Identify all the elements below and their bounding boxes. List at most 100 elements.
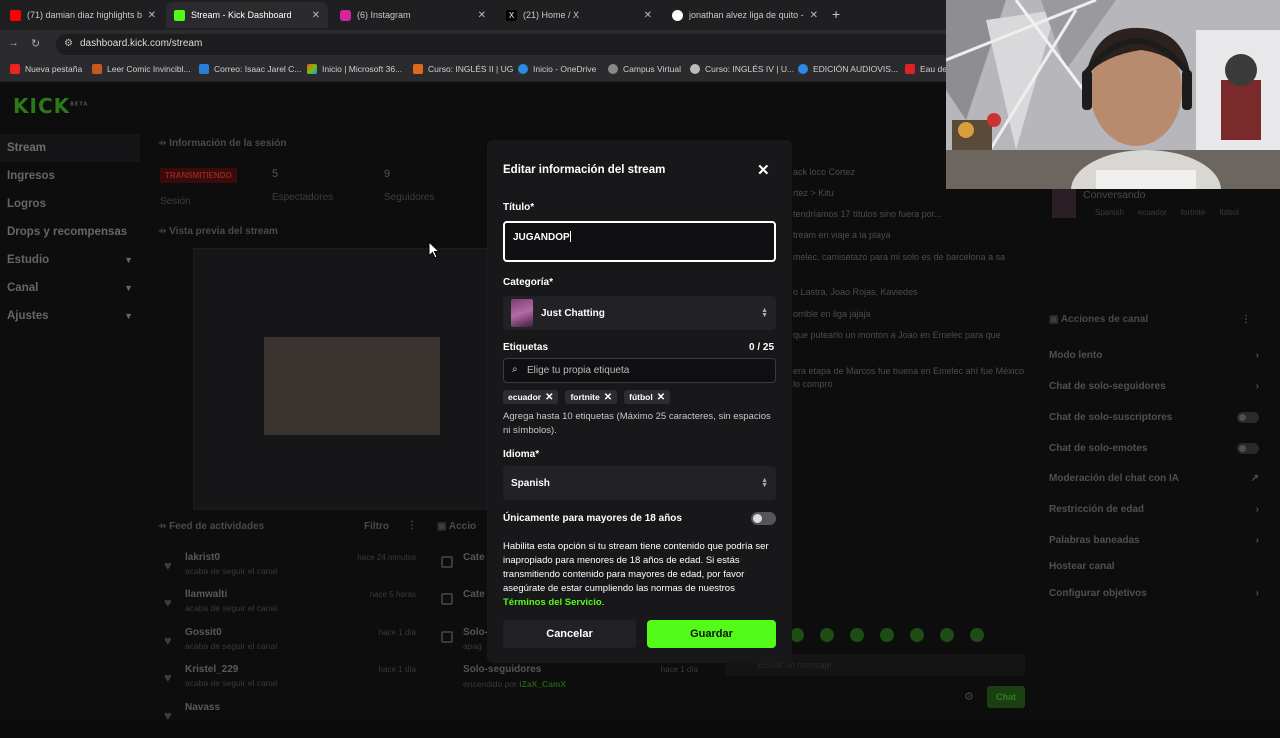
selected-tags: ecuador ✕ fortnite ✕ fútbol ✕ — [503, 390, 671, 404]
bookmark[interactable]: Curso: INGLÉS II | UG — [413, 64, 513, 74]
emote-icon[interactable] — [850, 628, 864, 642]
chevron-right-icon: › — [1255, 350, 1259, 361]
channel-action-goals[interactable]: Configurar objetivos › — [1049, 588, 1259, 599]
close-tab-icon[interactable]: ✕ — [810, 10, 818, 21]
bookmark[interactable]: Inicio | Microsoft 36... — [307, 64, 402, 74]
sidebar-item-ajustes[interactable]: Ajustes ▼ — [0, 302, 140, 330]
gear-icon[interactable]: ⚙ — [964, 690, 974, 703]
bookmark[interactable]: Correo: Isaac Jarel C... — [199, 64, 301, 74]
mature-content-toggle[interactable] — [751, 512, 776, 525]
preview-panel-title: ⇸ Vista previa del stream — [158, 226, 278, 237]
chevron-right-icon: › — [1255, 504, 1259, 515]
chat-icon — [441, 631, 453, 643]
toggle-switch[interactable] — [1237, 443, 1259, 454]
heart-icon: ♥ — [164, 670, 172, 685]
feed-item: ♥ Gossit0 acaba de seguir el canal hace 1 d… — [164, 627, 416, 651]
category-icon — [441, 556, 453, 568]
browser-tab[interactable]: X (21) Home / X ✕ — [498, 2, 660, 28]
bookmark[interactable]: Eau de — [905, 64, 947, 74]
browser-tab[interactable]: (6) Instagram ✕ — [332, 2, 494, 28]
toggle-switch[interactable] — [1237, 412, 1259, 423]
close-tab-icon[interactable]: ✕ — [644, 10, 652, 21]
sidebar-item-canal[interactable]: Canal ▼ — [0, 274, 140, 302]
category-select[interactable]: Just Chatting ▲ ▼ — [503, 296, 776, 330]
save-button[interactable]: Guardar — [647, 620, 776, 648]
bookmark[interactable]: Curso: INGLÉS IV | U... — [690, 64, 794, 74]
tab-title: Stream - Kick Dashboard — [191, 10, 292, 20]
mature-content-label: Únicamente para mayores de 18 años — [503, 513, 682, 524]
remove-tag-icon: ✕ — [603, 391, 613, 403]
channel-action-age-restriction[interactable]: Restricción de edad › — [1049, 504, 1259, 515]
chat-message: era etapa de Marcos fue buena en Emelec … — [793, 366, 1025, 389]
emote-icon[interactable] — [940, 628, 954, 642]
heart-icon: ♥ — [164, 633, 172, 648]
sidebar-item-ingresos[interactable]: Ingresos — [0, 162, 140, 190]
new-tab-button[interactable]: + — [832, 6, 840, 22]
tag-chip[interactable]: fútbol ✕ — [624, 390, 671, 404]
tag: ecuador — [1137, 208, 1167, 217]
microsoft-icon — [307, 64, 317, 74]
sidebar-item-drops[interactable]: Drops y recompensas — [0, 218, 140, 246]
emote-icon[interactable] — [970, 628, 984, 642]
close-tab-icon[interactable]: ✕ — [312, 10, 320, 21]
tag-chip[interactable]: ecuador ✕ — [503, 390, 559, 404]
feed-item: ♥ Navass — [164, 702, 221, 723]
channel-action-host[interactable]: Hostear canal — [1049, 561, 1259, 572]
bookmark[interactable]: Nueva pestaña — [10, 64, 82, 74]
course-icon — [413, 64, 423, 74]
terms-of-service-link[interactable]: Términos del Servicio — [503, 597, 602, 608]
sidebar-item-estudio[interactable]: Estudio ▼ — [0, 246, 140, 274]
stream-preview[interactable] — [193, 248, 487, 510]
close-tab-icon[interactable]: ✕ — [478, 10, 486, 21]
tag-chip[interactable]: fortnite ✕ — [565, 390, 618, 404]
channel-action-banned-words[interactable]: Palabras baneadas › — [1049, 535, 1259, 546]
heart-icon: ♥ — [164, 708, 172, 723]
drag-handle-icon: ▣ — [437, 521, 449, 532]
close-tab-icon[interactable]: ✕ — [148, 10, 156, 21]
browser-tab-active[interactable]: Stream - Kick Dashboard ✕ — [166, 2, 328, 28]
mature-content-note: Habilita esta opción si tu stream tiene … — [503, 541, 769, 608]
channel-action-ai-moderation[interactable]: Moderación del chat con IA ↗ — [1049, 473, 1259, 484]
reload-icon[interactable]: ↻ — [31, 37, 40, 50]
url-field[interactable]: ⚙ dashboard.kick.com/stream — [56, 34, 956, 55]
stream-title-input[interactable]: JUGANDOP — [503, 221, 776, 262]
more-icon[interactable]: ⋮ — [407, 520, 417, 531]
bookmark-label: EDICIÓN AUDIOVIS... — [813, 64, 899, 74]
channel-action-followers-only[interactable]: Chat de solo-seguidores › — [1049, 381, 1259, 392]
drag-handle-icon: ▣ — [1049, 314, 1061, 325]
chat-send-button[interactable]: Chat — [987, 686, 1025, 708]
channel-action-subscribers-only[interactable]: Chat de solo-suscriptores — [1049, 412, 1259, 423]
language-select[interactable]: Spanish ▲ ▼ — [503, 466, 776, 500]
bookmark[interactable]: Inicio - OneDrive — [518, 64, 596, 74]
category-label: Categoría* — [503, 277, 554, 288]
bookmark[interactable]: Campus Virtual — [608, 64, 681, 74]
emote-icon[interactable] — [820, 628, 834, 642]
tags-search-input[interactable]: ⌕ Elige tu propia etiqueta — [503, 358, 776, 383]
bookmark-label: Leer Comic Invincibl... — [107, 64, 191, 74]
emote-icon[interactable] — [880, 628, 894, 642]
feed-filter-button[interactable]: Filtro — [364, 521, 389, 532]
drag-handle-icon: ⇸ — [158, 138, 170, 149]
browser-tab[interactable]: jonathan alvez liga de quito - B ✕ — [664, 2, 826, 28]
bookmark[interactable]: Leer Comic Invincibl... — [92, 64, 191, 74]
site-settings-icon[interactable]: ⚙ — [64, 38, 73, 49]
channel-action-emotes-only[interactable]: Chat de solo-emotes — [1049, 443, 1259, 454]
channel-action-slow-mode[interactable]: Modo lento › — [1049, 350, 1259, 361]
more-icon[interactable]: ⋮ — [1241, 314, 1251, 325]
url-text: dashboard.kick.com/stream — [80, 38, 203, 49]
comic-icon — [92, 64, 102, 74]
sidebar-item-stream[interactable]: Stream — [0, 134, 140, 162]
onedrive-icon — [518, 64, 528, 74]
title-label: Título* — [503, 202, 535, 213]
webcam-feed — [946, 0, 1280, 189]
forward-icon[interactable]: → — [8, 37, 19, 49]
outlook-icon — [199, 64, 209, 74]
sidebar-item-logros[interactable]: Logros — [0, 190, 140, 218]
kick-logo[interactable]: KICKBETA — [13, 94, 88, 118]
close-icon[interactable]: ✕ — [757, 161, 770, 179]
cancel-button[interactable]: Cancelar — [503, 620, 636, 648]
browser-tab[interactable]: (71) damian diaz highlights barc ✕ — [2, 2, 164, 28]
emote-icon[interactable] — [790, 628, 804, 642]
emote-icon[interactable] — [910, 628, 924, 642]
bookmark[interactable]: EDICIÓN AUDIOVIS... — [798, 64, 898, 74]
